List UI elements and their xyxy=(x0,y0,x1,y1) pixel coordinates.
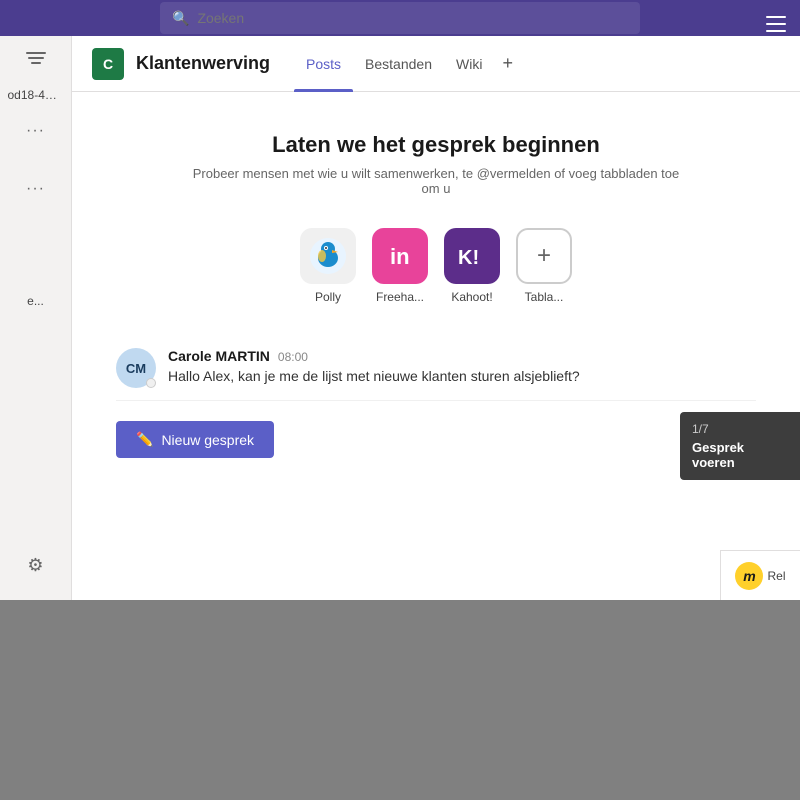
app-add[interactable]: + Tabla... xyxy=(516,228,572,304)
search-box: 🔍 xyxy=(160,2,640,34)
message-text: Hallo Alex, kan je me de lijst met nieuw… xyxy=(168,368,756,384)
app-polly[interactable]: Polly xyxy=(300,228,356,304)
conv-start-heading: Laten we het gesprek beginnen xyxy=(92,132,780,158)
new-conv-area: ✏️ Nieuw gesprek xyxy=(116,401,756,458)
add-icon-box: + xyxy=(516,228,572,284)
sidebar-channel-2[interactable] xyxy=(32,156,40,164)
channel-icon: C xyxy=(92,48,124,80)
tooltip-popup: 1/7 Gesprek voeren xyxy=(680,412,800,480)
kahoot-icon-box: K! xyxy=(444,228,500,284)
channel-header: C Klantenwerving Posts Bestanden Wiki + xyxy=(72,36,800,92)
content-area: Laten we het gesprek beginnen Probeer me… xyxy=(72,92,800,600)
search-area: 🔍 xyxy=(16,2,784,34)
freehand-label: Freeha... xyxy=(376,290,424,304)
new-conversation-button[interactable]: ✏️ Nieuw gesprek xyxy=(116,421,274,458)
table-row: CM Carole MARTIN 08:00 Hallo Alex, kan j… xyxy=(116,336,756,401)
miro-icon: m xyxy=(735,562,763,590)
message-content: Carole MARTIN 08:00 Hallo Alex, kan je m… xyxy=(168,348,756,388)
filter-icon[interactable] xyxy=(22,48,50,68)
gray-bottom-bg xyxy=(0,600,800,800)
new-conv-label: Nieuw gesprek xyxy=(161,432,254,448)
search-input[interactable] xyxy=(197,10,628,26)
svg-text:K!: K! xyxy=(458,247,479,269)
new-conv-icon: ✏️ xyxy=(136,431,153,448)
message-author: Carole MARTIN xyxy=(168,348,270,364)
app-freehand[interactable]: in Freeha... xyxy=(372,228,428,304)
tooltip-title-line2: voeren xyxy=(692,455,788,470)
settings-icon[interactable]: ⚙ xyxy=(27,555,43,576)
message-time: 08:00 xyxy=(278,350,308,364)
tab-posts[interactable]: Posts xyxy=(294,36,353,92)
sidebar-channel-3[interactable]: e... xyxy=(23,290,48,312)
main-content: C Klantenwerving Posts Bestanden Wiki + xyxy=(72,36,800,600)
sidebar-bottom: ⚙ xyxy=(27,555,43,588)
svg-text:in: in xyxy=(390,244,410,269)
add-icon-plus: + xyxy=(537,242,551,270)
tabbladen-label: Tabla... xyxy=(525,290,564,304)
kahoot-label: Kahoot! xyxy=(451,290,492,304)
top-bar: 🔍 xyxy=(0,0,800,36)
channel-tabs: Posts Bestanden Wiki + xyxy=(294,36,521,92)
tooltip-counter: 1/7 xyxy=(692,422,788,436)
miro-widget[interactable]: m Rel xyxy=(720,550,800,600)
freehand-icon-box: in xyxy=(372,228,428,284)
avatar-status-dot xyxy=(146,378,156,388)
message-area: CM Carole MARTIN 08:00 Hallo Alex, kan j… xyxy=(116,336,756,401)
app-kahoot[interactable]: K! Kahoot! xyxy=(444,228,500,304)
sidebar-channel-1[interactable]: od18-425... xyxy=(4,84,68,106)
tab-wiki[interactable]: Wiki xyxy=(444,36,494,92)
sidebar-dots-2[interactable]: ··· xyxy=(26,180,45,198)
app-icons-row: Polly in Freeha... xyxy=(300,228,572,304)
search-icon: 🔍 xyxy=(172,10,189,27)
tab-add[interactable]: + xyxy=(494,36,521,92)
channel-name: Klantenwerving xyxy=(136,53,270,74)
tab-bestanden[interactable]: Bestanden xyxy=(353,36,444,92)
message-header: Carole MARTIN 08:00 xyxy=(168,348,756,364)
sidebar-dots-1[interactable]: ··· xyxy=(26,122,45,140)
sidebar-narrow: od18-425... ··· ··· e... ⚙ xyxy=(0,36,72,600)
polly-icon-box xyxy=(300,228,356,284)
conv-start-description: Probeer mensen met wie u wilt samenwerke… xyxy=(186,166,686,196)
polly-label: Polly xyxy=(315,290,341,304)
miro-label: Rel xyxy=(767,569,785,583)
conv-start: Laten we het gesprek beginnen Probeer me… xyxy=(92,132,780,196)
avatar: CM xyxy=(116,348,156,388)
tooltip-title-line1: Gesprek xyxy=(692,440,788,455)
main-layout: od18-425... ··· ··· e... ⚙ C Klantenwerv… xyxy=(0,36,800,600)
